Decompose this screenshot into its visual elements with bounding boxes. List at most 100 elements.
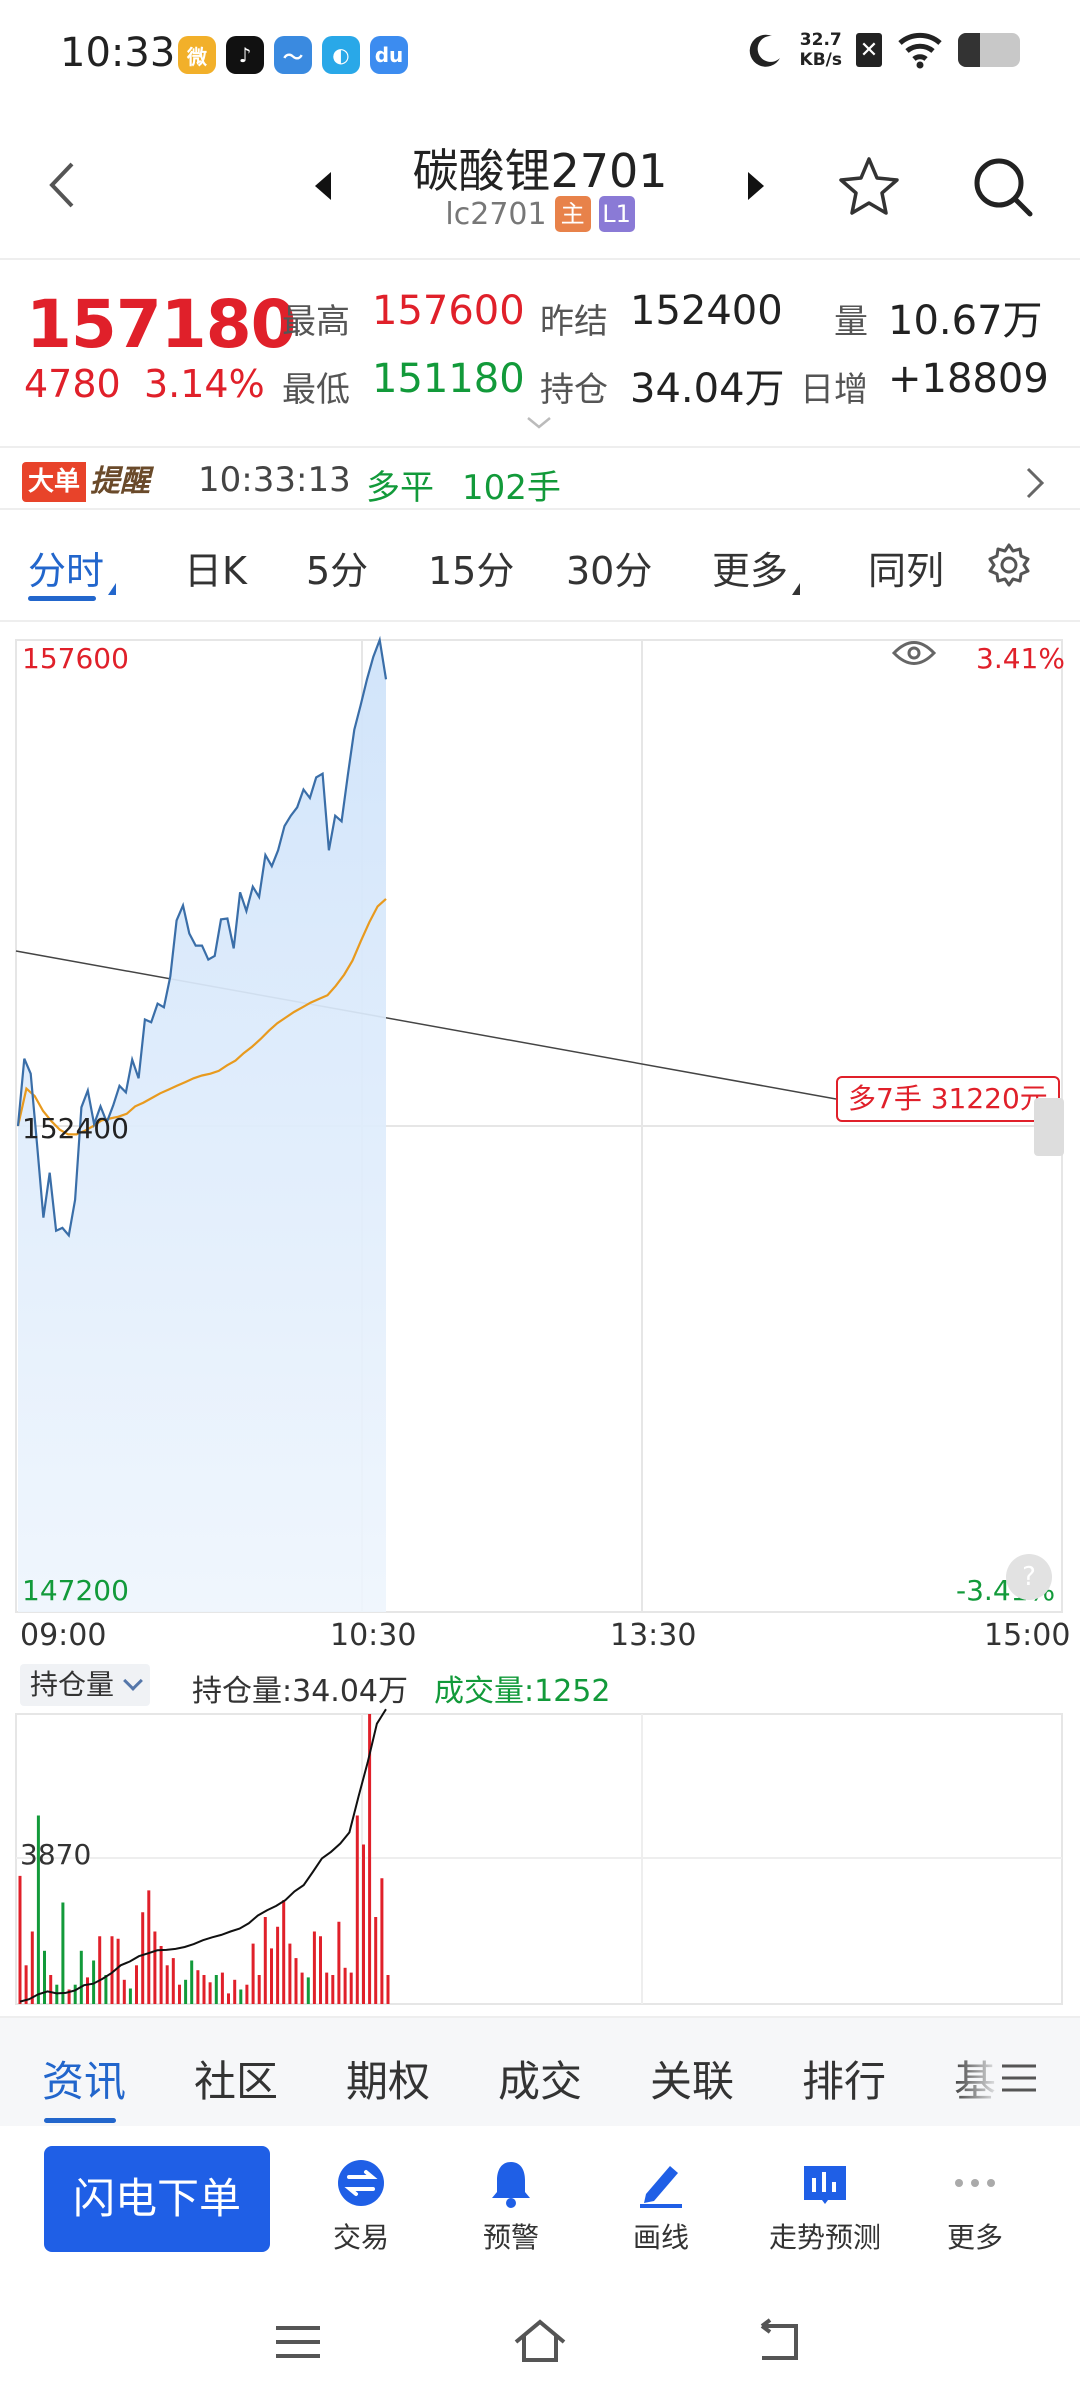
high-label: 最高 [282, 302, 350, 342]
stock-app-icon: 〜 [274, 36, 312, 74]
active-tab-indicator [28, 596, 96, 601]
tab-news[interactable]: 资讯 [42, 2048, 126, 2109]
period-tabs: 分时 日K 5分 15分 30分 更多 同列 [0, 512, 1080, 622]
tab-options[interactable]: 期权 [346, 2048, 430, 2109]
notification-icons: 微 ♪ 〜 ◐ du [178, 36, 408, 74]
forecast-book-icon [804, 2166, 846, 2204]
open-interest-label: 持仓 [540, 370, 608, 410]
files-app-icon: ◐ [322, 36, 360, 74]
dropdown-caret-icon [108, 583, 117, 595]
tab-ranking[interactable]: 排行 [802, 2048, 886, 2109]
status-bar: 10:33 微 ♪ 〜 ◐ du 32.7 KB/s ✕ [0, 0, 1080, 110]
pct-axis-top-label: 3.41% [976, 642, 1065, 675]
battery-icon [958, 33, 1020, 67]
page-title: 碳酸锂2701 [412, 144, 668, 198]
intraday-chart-area[interactable]: 157600 152400 147200 3.41% -3.41% 09:00 … [0, 622, 1080, 2022]
time-label-close: 15:00 [984, 1618, 1071, 1653]
tab-menu-icon[interactable] [1000, 2062, 1038, 2094]
do-not-disturb-moon-icon [749, 34, 780, 67]
big-order-alert-bar[interactable]: 大单 提醒 10:33:13 多平 102手 [0, 450, 1080, 510]
trade-icon [338, 2160, 384, 2206]
search-icon[interactable] [970, 154, 1036, 220]
tab-15min[interactable]: 15分 [428, 540, 514, 595]
back-nav-icon[interactable] [752, 2314, 808, 2370]
flash-order-button[interactable]: 闪电下单 [44, 2146, 270, 2252]
more-button[interactable]: 更多 [910, 2156, 1040, 2256]
tab-30min[interactable]: 30分 [566, 540, 652, 595]
quote-panel: 157180 4780 3.14% 最高 157600 最低 151180 昨结… [0, 262, 1080, 448]
active-info-tab-indicator [44, 2118, 116, 2123]
open-interest-readout: 持仓量:34.04万 [192, 1674, 408, 1709]
intraday-chart[interactable] [0, 622, 1080, 2022]
alert-time: 10:33:13 [198, 460, 351, 500]
chevron-right-icon[interactable] [1024, 466, 1046, 500]
eye-icon[interactable] [892, 638, 936, 668]
alert-action: 多平 [366, 468, 434, 508]
clock: 10:33 [60, 30, 176, 76]
price-change-pct: 3.14% [144, 362, 265, 406]
open-interest-value: 34.04万 [630, 366, 785, 412]
network-speed: 32.7 KB/s [799, 30, 842, 70]
volume-max-label: 3870 [20, 1838, 92, 1871]
action-bar: 闪电下单 交易 预警 画线 走势预测 更多 [0, 2126, 1080, 2284]
tab-compare[interactable]: 同列 [868, 540, 944, 595]
top-header: 碳酸锂2701 lc2701 主 L1 [0, 110, 1080, 260]
position-tag[interactable]: 多7手 31220元 [836, 1076, 1060, 1122]
recent-apps-icon[interactable] [270, 2314, 326, 2370]
settings-gear-icon[interactable] [986, 542, 1032, 588]
high-value: 157600 [372, 288, 525, 334]
tiktok-icon: ♪ [226, 36, 264, 74]
trade-button[interactable]: 交易 [296, 2156, 426, 2256]
tab-intraday[interactable]: 分时 [28, 540, 117, 595]
time-label-open: 09:00 [20, 1618, 107, 1653]
chevron-down-icon [123, 1671, 143, 1691]
tab-5min[interactable]: 5分 [306, 540, 368, 595]
status-right: 32.7 KB/s ✕ [746, 30, 1020, 70]
weibo-icon: 微 [178, 36, 216, 74]
price-change: 4780 [24, 362, 121, 406]
contract-code: lc2701 [445, 196, 547, 232]
y-axis-top-label: 157600 [22, 642, 129, 675]
last-price: 157180 [26, 286, 297, 363]
tab-related[interactable]: 关联 [650, 2048, 734, 2109]
help-icon[interactable]: ? [1006, 1554, 1052, 1600]
y-axis-bottom-label: 147200 [22, 1574, 129, 1607]
info-tabs: 资讯 社区 期权 成交 关联 排行 基 [0, 2016, 1080, 2126]
expand-chevron-icon[interactable] [526, 416, 552, 430]
main-contract-tag: 主 [554, 196, 591, 232]
big-order-badge: 大单 提醒 [22, 462, 150, 502]
tab-daily-k[interactable]: 日K [184, 540, 247, 595]
volume-value: 10.67万 [888, 298, 1043, 344]
time-label-1030: 10:30 [330, 1618, 417, 1653]
tab-more[interactable]: 更多 [712, 540, 801, 595]
tab-trades[interactable]: 成交 [498, 2048, 582, 2109]
dropdown-caret-icon [792, 583, 801, 595]
bell-icon [492, 2162, 530, 2208]
side-drawer-handle[interactable] [1034, 1098, 1064, 1156]
time-label-1330: 13:30 [610, 1618, 697, 1653]
level-tag: L1 [598, 196, 635, 232]
draw-line-button[interactable]: 画线 [596, 2156, 726, 2256]
daily-increase-label: 日增 [800, 370, 868, 410]
favorite-star-icon[interactable] [836, 154, 902, 220]
y-axis-mid-label: 152400 [22, 1112, 129, 1145]
wifi-icon [898, 32, 942, 69]
prev-settle-value: 152400 [630, 288, 783, 334]
alert-button[interactable]: 预警 [446, 2156, 576, 2256]
low-value: 151180 [372, 356, 525, 402]
no-sim-icon: ✕ [856, 33, 882, 67]
more-dots-icon [955, 2179, 995, 2187]
volume-label: 量 [834, 302, 868, 342]
pen-icon [640, 2166, 682, 2208]
trend-forecast-button[interactable]: 走势预测 [750, 2156, 900, 2256]
tab-community[interactable]: 社区 [194, 2048, 278, 2109]
home-icon[interactable] [512, 2314, 568, 2370]
contract-code-line: lc2701 主 L1 [0, 196, 1080, 232]
baidu-disk-icon: du [370, 36, 408, 74]
next-contract-arrow-icon[interactable] [748, 172, 764, 200]
volume-readout: 成交量:1252 [434, 1674, 611, 1709]
daily-increase-value: +18809 [888, 356, 1049, 402]
prev-settle-label: 昨结 [540, 302, 608, 342]
sub-indicator-selector[interactable]: 持仓量 [20, 1664, 151, 1706]
alert-lots: 102手 [462, 468, 561, 508]
